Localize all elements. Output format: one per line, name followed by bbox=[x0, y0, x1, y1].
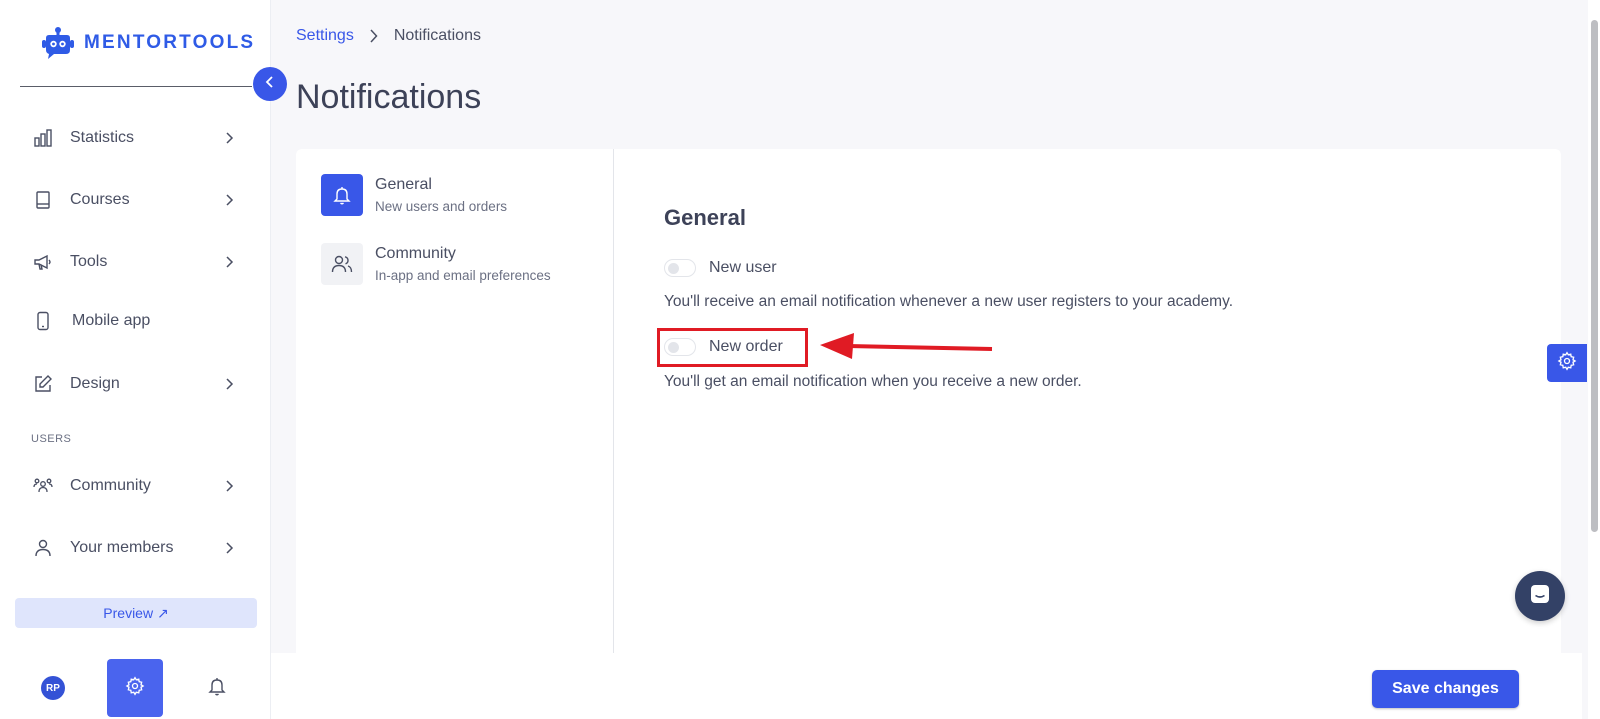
breadcrumb-current: Notifications bbox=[393, 27, 481, 44]
megaphone-icon bbox=[33, 252, 53, 272]
gear-icon bbox=[1557, 350, 1577, 376]
chevron-right-icon bbox=[224, 256, 236, 268]
sidebar: MENTORTOOLS Statistics Courses Tools Mob… bbox=[0, 0, 271, 719]
new-order-description: You'll get an email notification when yo… bbox=[664, 373, 1082, 390]
sidebar-item-mobile-app[interactable]: Mobile app bbox=[0, 299, 270, 343]
chat-icon bbox=[1528, 582, 1552, 611]
breadcrumb-settings-link[interactable]: Settings bbox=[296, 27, 354, 45]
sidebar-item-tools[interactable]: Tools bbox=[0, 240, 270, 284]
settings-card bbox=[296, 149, 1561, 719]
bell-icon bbox=[321, 174, 363, 216]
breadcrumb: Settings Notifications bbox=[296, 27, 481, 45]
avatar[interactable]: RP bbox=[41, 676, 65, 700]
new-user-label: New user bbox=[709, 259, 777, 276]
sidebar-item-courses[interactable]: Courses bbox=[0, 178, 270, 222]
annotation-highlight-box bbox=[657, 328, 808, 367]
chevron-right-icon bbox=[224, 480, 236, 492]
sidebar-item-label: Courses bbox=[70, 191, 130, 208]
chevron-right-icon bbox=[224, 378, 236, 390]
brand-name: MENTORTOOLS bbox=[84, 32, 256, 53]
sidebar-divider bbox=[20, 86, 252, 87]
smartphone-icon bbox=[33, 311, 53, 331]
chevron-right-icon bbox=[224, 194, 236, 206]
save-changes-button[interactable]: Save changes bbox=[1372, 670, 1519, 708]
submenu-title: General bbox=[375, 176, 432, 193]
settings-button[interactable] bbox=[107, 659, 163, 717]
sidebar-item-design[interactable]: Design bbox=[0, 362, 270, 406]
chevron-right-icon bbox=[224, 542, 236, 554]
submenu-subtitle: In-app and email preferences bbox=[375, 268, 551, 283]
sidebar-item-label: Mobile app bbox=[72, 312, 151, 329]
people-group-icon bbox=[33, 476, 53, 496]
page-title: Notifications bbox=[296, 78, 482, 116]
gear-icon bbox=[125, 675, 145, 701]
section-title: General bbox=[664, 205, 746, 230]
chevron-right-icon bbox=[224, 132, 236, 144]
card-divider bbox=[613, 149, 614, 653]
floating-settings-button[interactable] bbox=[1547, 344, 1587, 382]
person-icon bbox=[33, 538, 53, 558]
users-icon bbox=[321, 243, 363, 285]
sidebar-item-statistics[interactable]: Statistics bbox=[0, 116, 270, 160]
scrollbar-thumb[interactable] bbox=[1591, 20, 1598, 532]
chevron-left-icon bbox=[265, 75, 275, 94]
sidebar-item-community[interactable]: Community bbox=[0, 464, 270, 508]
sidebar-item-label: Design bbox=[70, 375, 120, 392]
toggle-knob bbox=[668, 263, 679, 274]
preview-button[interactable]: Preview ↗ bbox=[15, 598, 257, 628]
notifications-button[interactable] bbox=[206, 677, 228, 699]
submenu-title: Community bbox=[375, 245, 456, 262]
sidebar-item-label: Your members bbox=[70, 539, 174, 556]
annotation-arrow-icon bbox=[820, 333, 993, 359]
submenu-item-general[interactable]: General New users and orders bbox=[321, 174, 591, 218]
brand-logo[interactable]: MENTORTOOLS bbox=[40, 26, 255, 60]
robot-logo-icon bbox=[40, 26, 76, 60]
submenu-subtitle: New users and orders bbox=[375, 199, 508, 214]
collapse-sidebar-button[interactable] bbox=[253, 67, 287, 101]
new-user-toggle[interactable] bbox=[664, 259, 696, 277]
bar-chart-icon bbox=[33, 128, 53, 148]
sidebar-item-label: Community bbox=[70, 477, 151, 494]
sidebar-item-your-members[interactable]: Your members bbox=[0, 526, 270, 570]
users-section-label: USERS bbox=[31, 433, 72, 445]
sidebar-item-label: Statistics bbox=[70, 129, 135, 146]
chevron-right-icon bbox=[370, 29, 378, 43]
new-user-description: You'll receive an email notification whe… bbox=[664, 293, 1234, 310]
chat-launcher-button[interactable] bbox=[1515, 571, 1565, 621]
sidebar-item-label: Tools bbox=[70, 253, 108, 270]
pencil-icon bbox=[33, 374, 53, 394]
book-icon bbox=[33, 190, 53, 210]
submenu-item-community[interactable]: Community In-app and email preferences bbox=[321, 243, 591, 287]
bell-icon bbox=[207, 676, 227, 701]
